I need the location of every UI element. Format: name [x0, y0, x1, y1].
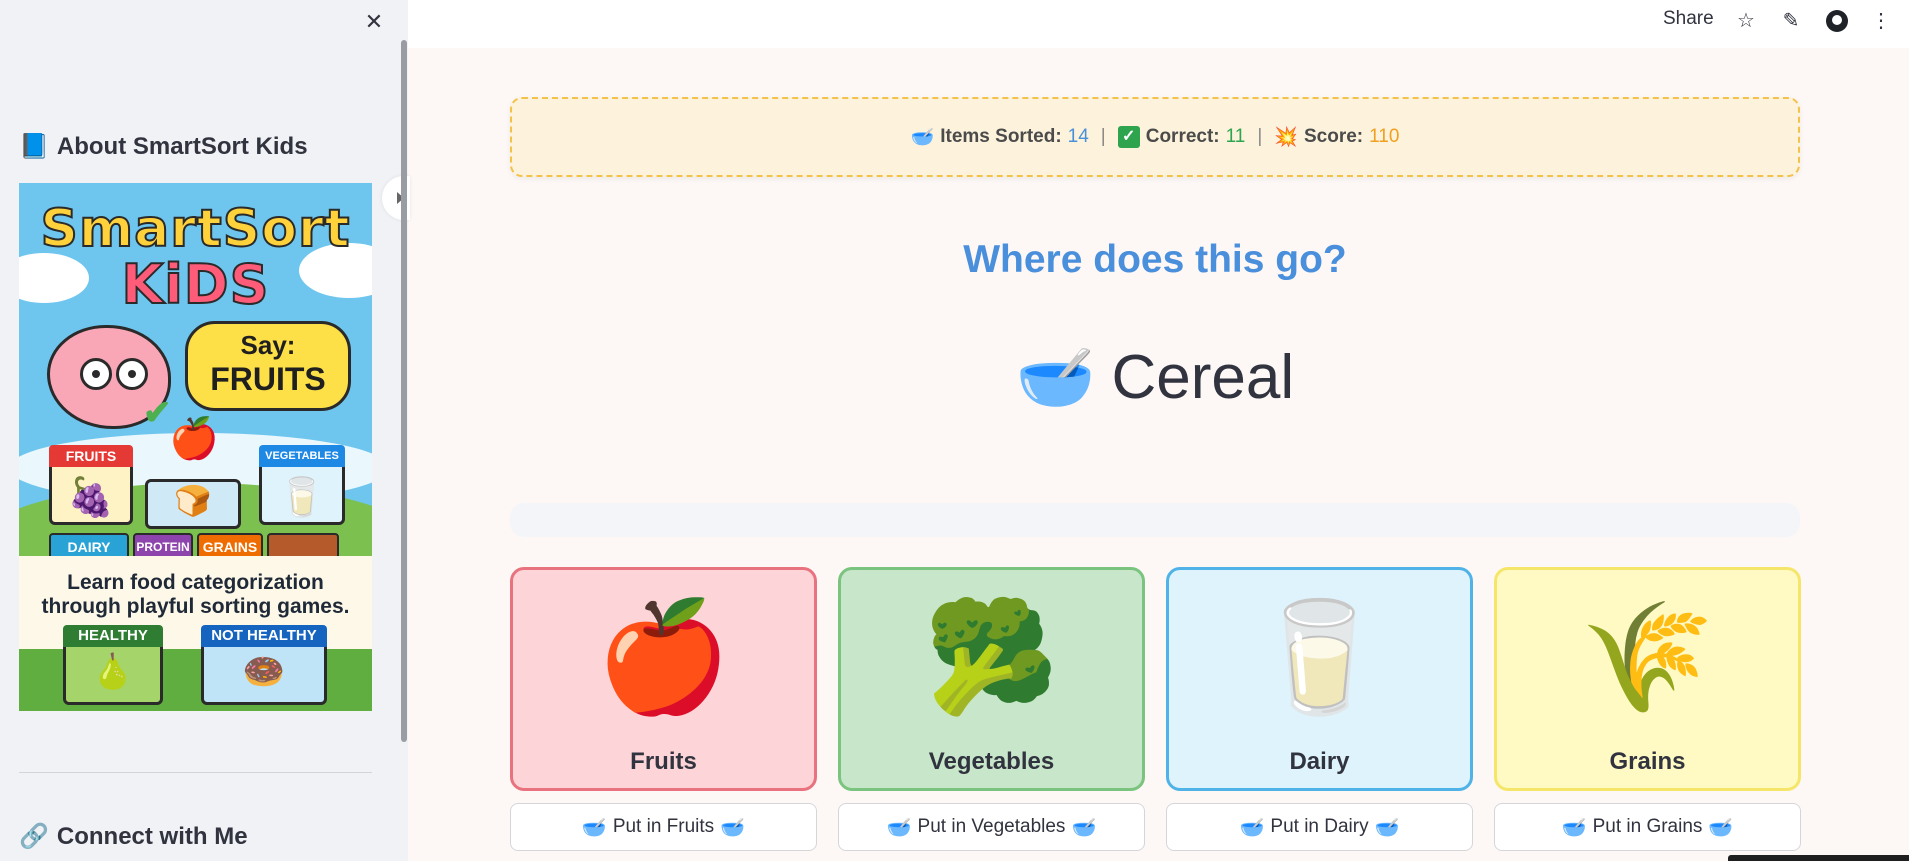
- put-in-dairy-label: Put in Dairy: [1270, 816, 1369, 837]
- poster-vegetables-tag: VEGETABLES: [259, 445, 345, 467]
- current-item: 🥣 Cereal: [510, 340, 1800, 415]
- category-dairy-label: Dairy: [1289, 748, 1350, 775]
- sidebar-divider: [19, 772, 372, 773]
- bowl-icon: 🥣: [1071, 816, 1097, 839]
- apple-icon: 🍎: [596, 596, 731, 717]
- bowl-icon: 🥣: [1374, 816, 1400, 839]
- put-in-fruits-label: Put in Fruits: [612, 816, 715, 837]
- bowl-icon: 🥣: [1239, 816, 1265, 839]
- category-grains-label: Grains: [1609, 748, 1686, 775]
- grapes-icon: 🍇: [67, 477, 115, 519]
- poster-subtitle-line2: through playful sorting games.: [41, 595, 350, 618]
- poster-subtitle-line1: Learn food categorization: [67, 571, 324, 594]
- category-fruits-label: Fruits: [630, 748, 697, 775]
- share-button[interactable]: Share: [1663, 8, 1714, 30]
- check-icon: ✔: [143, 394, 172, 432]
- eye-shape: [116, 358, 148, 390]
- about-heading: 📘 About SmartSort Kids: [19, 132, 308, 161]
- stats-separator: |: [1100, 126, 1106, 147]
- bowl-icon: 🥣: [1015, 341, 1096, 413]
- put-in-fruits-button[interactable]: 🥣 Put in Fruits 🥣: [510, 803, 817, 851]
- bowl-icon: 🥣: [1708, 816, 1734, 839]
- check-mark-icon: ✓: [1117, 126, 1140, 148]
- poster-healthy-tag: HEALTHY: [63, 625, 163, 647]
- sidebar-scrollbar[interactable]: [401, 40, 407, 742]
- collision-icon: 💥: [1274, 127, 1298, 148]
- question-heading: Where does this go?: [963, 238, 1347, 281]
- poster-middle-card: 🍞: [145, 479, 241, 529]
- eye-shape: [80, 358, 112, 390]
- score-value: 110: [1369, 126, 1400, 147]
- milk-icon: 🥛: [278, 477, 326, 519]
- poster-title-line2: KiDS: [120, 252, 270, 317]
- put-in-grains-label: Put in Grains: [1592, 816, 1703, 837]
- bottom-status-bar: [1728, 855, 1909, 861]
- poster-fruits-card: FRUITS 🍇: [49, 445, 133, 525]
- connect-heading-text: Connect with Me: [56, 822, 248, 850]
- progress-track: [510, 503, 1800, 537]
- correct-label: Correct:: [1145, 126, 1220, 147]
- poster-subtitle: Learn food categorization through playfu…: [19, 571, 372, 619]
- put-in-grains-button[interactable]: 🥣 Put in Grains 🥣: [1494, 803, 1801, 851]
- items-sorted-value: 14: [1067, 126, 1089, 147]
- score-label: Score:: [1303, 126, 1364, 147]
- github-icon[interactable]: [1824, 8, 1850, 34]
- bowl-icon: 🥣: [1561, 816, 1587, 839]
- smartsort-poster-image: SmartSort KiDS Say: FRUITS ✔ 🍎 FRUITS 🍇 …: [19, 183, 372, 711]
- put-in-dairy-button[interactable]: 🥣 Put in Dairy 🥣: [1166, 803, 1473, 851]
- category-fruits-box[interactable]: 🍎 Fruits: [510, 567, 817, 791]
- sidebar: ✕ 📘 About SmartSort Kids SmartSort KiDS …: [0, 0, 410, 861]
- items-sorted-label: Items Sorted:: [940, 126, 1062, 147]
- broccoli-icon: 🥦: [924, 596, 1059, 717]
- link-icon: 🔗: [19, 823, 49, 850]
- apple-icon: 🍎: [169, 417, 219, 461]
- stats-banner: 🥣 Items Sorted: 14 | ✓ Correct: 11 | 💥 S…: [510, 97, 1800, 177]
- about-heading-text: About SmartSort Kids: [56, 132, 308, 160]
- bowl-icon: 🥣: [886, 816, 912, 839]
- milk-glass-icon: 🥛: [1252, 596, 1387, 717]
- edit-icon[interactable]: ✎: [1778, 8, 1804, 34]
- category-vegetables-box[interactable]: 🥦 Vegetables: [838, 567, 1145, 791]
- poster-not-healthy-card: NOT HEALTHY 🍩: [201, 625, 327, 705]
- speech-bubble: Say: FRUITS: [185, 321, 351, 411]
- put-in-vegetables-button[interactable]: 🥣 Put in Vegetables 🥣: [838, 803, 1145, 851]
- poster-title-line1: SmartSort: [40, 198, 351, 260]
- donut-icon: 🍩: [242, 653, 286, 691]
- poster-healthy-card: HEALTHY 🍐: [63, 625, 163, 705]
- current-item-name: Cereal: [1111, 343, 1295, 412]
- category-vegetables-label: Vegetables: [928, 748, 1055, 775]
- connect-heading: 🔗 Connect with Me: [19, 822, 248, 851]
- wheat-icon: 🌾: [1580, 596, 1715, 717]
- correct-value: 11: [1225, 126, 1246, 147]
- poster-fruits-tag: FRUITS: [49, 445, 133, 467]
- star-icon[interactable]: ☆: [1733, 8, 1759, 34]
- bubble-line1: Say:: [240, 330, 296, 360]
- stats-separator: |: [1257, 126, 1263, 147]
- close-sidebar-icon[interactable]: ✕: [362, 10, 386, 34]
- category-grains-box[interactable]: 🌾 Grains: [1494, 567, 1801, 791]
- poster-not-healthy-tag: NOT HEALTHY: [201, 625, 327, 647]
- put-in-vegetables-label: Put in Vegetables: [917, 816, 1066, 837]
- poster-vegetables-card: VEGETABLES 🥛: [259, 445, 345, 525]
- bowl-icon: 🥣: [720, 816, 746, 839]
- book-icon: 📘: [19, 133, 49, 160]
- github-logo-shape: [1826, 10, 1848, 32]
- category-dairy-box[interactable]: 🥛 Dairy: [1166, 567, 1473, 791]
- bread-icon: 🍞: [174, 485, 212, 518]
- more-menu-icon[interactable]: ⋮: [1868, 8, 1894, 34]
- bowl-icon: 🥣: [581, 816, 607, 839]
- pear-icon: 🍐: [91, 653, 135, 691]
- bubble-line2: FRUITS: [210, 361, 326, 397]
- bowl-icon: 🥣: [910, 127, 935, 148]
